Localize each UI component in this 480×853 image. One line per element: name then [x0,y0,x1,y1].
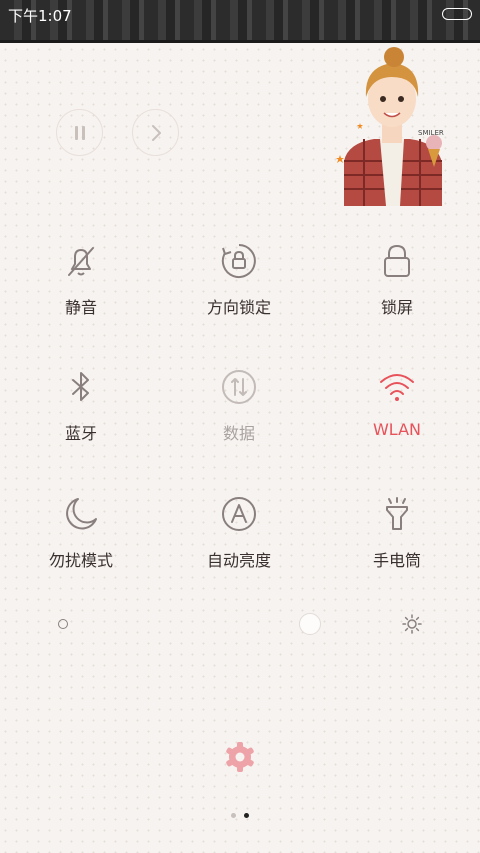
lock-icon [384,244,410,277]
toggle-mobile-data-label: 数据 [222,424,255,443]
toggle-wlan-label: WLAN [372,420,421,439]
toggle-wlan[interactable]: WLAN [327,368,467,458]
toggle-do-not-disturb-label: 勿扰模式 [48,551,113,570]
next-button[interactable] [132,109,179,156]
toggle-lock-screen-label: 锁屏 [380,298,413,317]
auto-brightness-icon [222,497,256,531]
page-dot [231,813,236,818]
moon-icon [66,498,97,530]
data-transfer-icon [222,370,256,404]
settings-gear-icon[interactable] [224,741,256,773]
brightness-slider-thumb[interactable] [299,613,321,635]
toggle-auto-brightness-label: 自动亮度 [206,551,271,570]
toggle-mobile-data[interactable]: 数据 [169,368,309,458]
battery-icon [442,8,472,20]
chevron-right-icon [151,124,161,141]
status-time: 下午1:07 [8,7,72,25]
toggle-flashlight[interactable]: 手电筒 [327,495,467,585]
status-bar: 下午1:07 [0,0,480,43]
svg-text:SMILER: SMILER [418,129,444,137]
toggle-auto-brightness[interactable]: 自动亮度 [169,495,309,585]
avatar: SMILER [336,47,444,206]
toggle-bluetooth[interactable]: 蓝牙 [11,368,151,458]
bluetooth-icon [72,372,89,401]
pause-icon [74,125,85,140]
flashlight-icon [386,497,408,530]
pause-button[interactable] [56,109,103,156]
toggle-flashlight-label: 手电筒 [372,551,421,570]
toggle-do-not-disturb[interactable]: 勿扰模式 [11,495,151,585]
page-dot-current [244,813,249,818]
bell-off-icon [68,247,94,276]
brightness-low-icon [58,619,68,629]
page-indicator [231,813,249,818]
toggle-bluetooth-label: 蓝牙 [64,424,97,443]
toggle-orientation-lock[interactable]: 方向锁定 [169,242,309,332]
toggle-lock-screen[interactable]: 锁屏 [327,242,467,332]
toggle-orientation-lock-label: 方向锁定 [206,298,271,317]
wifi-icon [380,374,414,401]
rotation-lock-icon [221,244,256,278]
brightness-high-icon [402,614,422,634]
toggle-mute[interactable]: 静音 [11,242,151,332]
toggle-mute-label: 静音 [64,298,97,317]
